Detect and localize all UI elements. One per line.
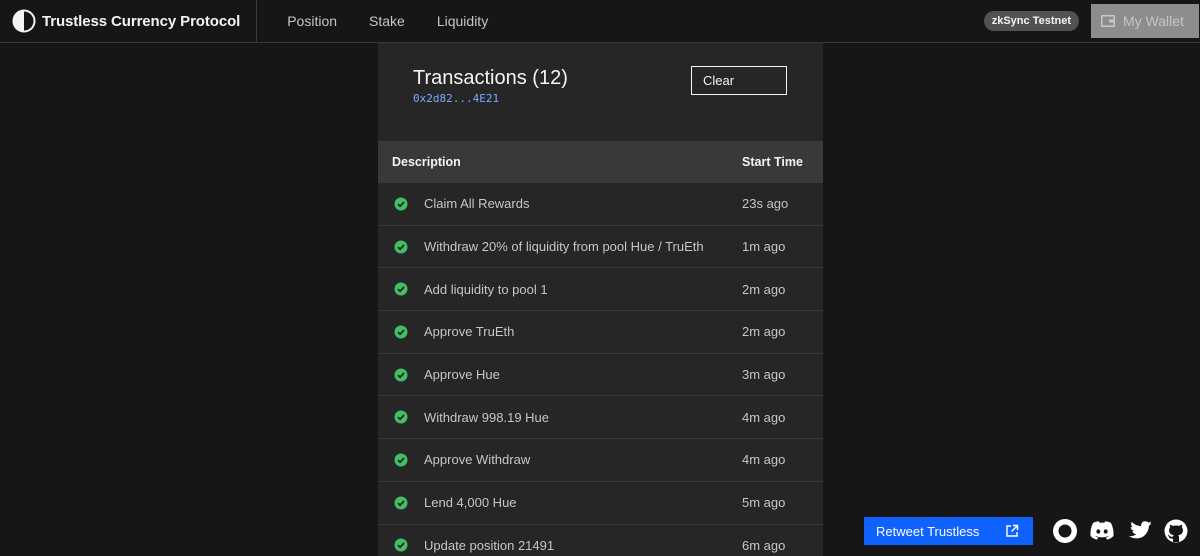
brand-name: Trustless Currency Protocol [42,12,241,30]
panel-header: Transactions (12) 0x2d82...4E21 Clear [378,43,823,141]
transactions-panel: Transactions (12) 0x2d82...4E21 Clear De… [378,43,823,556]
table-row: Update position 21491 6m ago [378,525,823,556]
table-row: Lend 4,000 Hue 5m ago [378,482,823,525]
twitter-icon-svg [1129,521,1152,539]
check-circle-icon [394,282,408,296]
twitter-icon[interactable] [1127,518,1153,544]
row-description: Withdraw 20% of liquidity from pool Hue … [424,239,704,255]
network-badge[interactable]: zkSync Testnet [983,11,1079,31]
table-header: Description Start Time [378,141,823,183]
discord-icon[interactable] [1089,518,1115,544]
table-row: Approve Withdraw 4m ago [378,439,823,482]
retweet-label: Retweet Trustless [876,523,980,539]
nav-position[interactable]: Position [271,0,353,43]
nav-liquidity[interactable]: Liquidity [421,0,504,43]
transactions-title: Transactions (12) [413,67,568,89]
table-row: Add liquidity to pool 1 2m ago [378,268,823,312]
table-row: Claim All Rewards 23s ago [378,183,823,226]
row-start-time: 2m ago [742,324,786,340]
wallet-address[interactable]: 0x2d82...4E21 [413,92,499,105]
table-row: Withdraw 998.19 Hue 4m ago [378,396,823,440]
logo-icon [12,9,36,33]
table-row: Withdraw 20% of liquidity from pool Hue … [378,226,823,269]
row-description: Approve TruEth [424,324,515,340]
row-start-time: 6m ago [742,537,786,553]
check-circle-icon [394,496,408,510]
check-circle-icon [394,453,408,467]
row-start-time: 2m ago [742,281,786,297]
row-start-time: 3m ago [742,367,786,383]
row-start-time: 23s ago [742,196,789,212]
row-start-time: 1m ago [742,239,786,255]
record-icon[interactable] [1052,518,1078,544]
row-description: Add liquidity to pool 1 [424,281,548,297]
nav-stake[interactable]: Stake [353,0,421,43]
check-circle-icon [394,197,408,211]
row-description: Claim All Rewards [424,196,530,212]
check-circle-icon [394,410,408,424]
wallet-icon [1101,15,1115,27]
external-link-icon [1006,524,1019,537]
row-description: Approve Hue [424,367,500,383]
table-row: Approve TruEth 2m ago [378,311,823,354]
check-circle-icon [394,368,408,382]
github-icon-svg [1164,519,1188,543]
row-start-time: 5m ago [742,495,786,511]
row-description: Approve Withdraw [424,452,531,468]
retweet-button[interactable]: Retweet Trustless [864,517,1033,545]
top-header: Trustless Currency Protocol Position Sta… [0,0,1200,43]
check-circle-icon [394,325,408,339]
column-description: Description [392,155,461,169]
row-description: Lend 4,000 Hue [424,495,517,511]
transactions-list: Claim All Rewards 23s ago Withdraw 20% of … [378,183,823,556]
brand[interactable]: Trustless Currency Protocol [0,0,258,43]
row-start-time: 4m ago [742,409,786,425]
check-circle-icon [394,538,408,552]
row-start-time: 4m ago [742,452,786,468]
main-nav: Position Stake Liquidity [271,0,504,43]
table-row: Approve Hue 3m ago [378,354,823,397]
check-circle-icon [394,240,408,254]
record-icon-svg [1053,519,1077,543]
discord-icon-svg [1090,521,1114,540]
github-icon[interactable] [1163,518,1189,544]
my-wallet-label: My Wallet [1123,13,1184,29]
clear-button[interactable]: Clear [691,66,787,95]
my-wallet-button[interactable]: My Wallet [1091,4,1199,38]
row-description: Withdraw 998.19 Hue [424,409,550,425]
header-right: zkSync Testnet My Wallet [983,0,1200,43]
row-description: Update position 21491 [424,537,555,553]
column-start-time: Start Time [742,155,803,169]
